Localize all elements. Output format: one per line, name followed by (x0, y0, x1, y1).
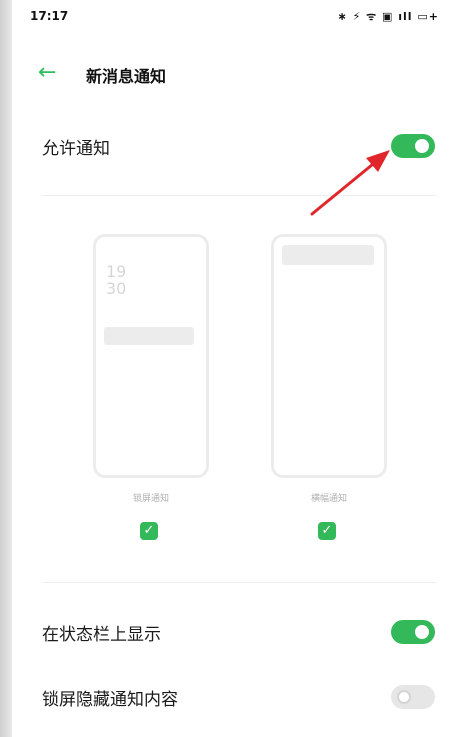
arrow-shaft (310, 158, 380, 216)
annotation-arrow (310, 150, 390, 216)
